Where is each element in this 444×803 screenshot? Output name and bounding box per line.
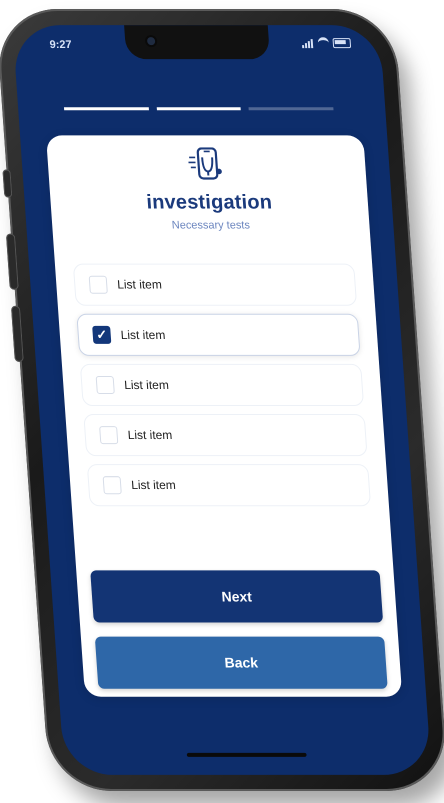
camera-icon [146,37,156,46]
checkbox[interactable] [99,426,119,445]
list-item[interactable]: ✓ List item [76,313,361,356]
signal-icon [302,38,315,48]
battery-icon [332,38,352,49]
checkbox[interactable] [95,375,115,394]
progress-step [248,107,334,111]
list-item-label: List item [130,478,177,493]
checkmark-icon: ✓ [95,326,108,342]
list-item-label: List item [116,277,163,292]
list-item-label: List item [127,428,173,443]
checkbox-checked[interactable]: ✓ [92,325,112,344]
page-subtitle: Necessary tests [171,219,251,232]
page-title: investigation [145,191,273,214]
checkbox[interactable] [102,476,122,495]
list-item-label: List item [123,377,170,392]
progress-steps [63,107,334,111]
list-item[interactable]: List item [86,464,372,507]
next-button[interactable]: Next [90,570,384,623]
phone-screen: 9:27 investigation Necessary tests List … [12,25,432,775]
list-item-label: List item [120,327,166,342]
status-icons [301,37,352,50]
device-mockup: 9:27 investigation Necessary tests List … [0,0,444,803]
side-button-volume-up [5,233,19,290]
stethoscope-phone-icon [186,147,229,193]
list-item[interactable]: List item [83,414,368,457]
checkbox[interactable] [88,275,108,294]
side-button-silent [2,169,13,198]
phone-frame: 9:27 investigation Necessary tests List … [0,9,444,791]
content-card: investigation Necessary tests List item … [45,135,403,697]
progress-step [156,107,242,111]
progress-step [63,107,149,111]
status-time: 9:27 [49,39,73,52]
home-indicator [186,752,307,757]
test-list: List item ✓ List item List item List ite… [72,263,372,515]
list-item[interactable]: List item [72,263,358,306]
wifi-icon [317,37,330,50]
notch [124,25,271,60]
phone-wrap: 9:27 investigation Necessary tests List … [0,0,444,803]
back-button[interactable]: Back [94,636,388,689]
side-button-volume-down [10,305,24,362]
list-item[interactable]: List item [79,363,365,407]
